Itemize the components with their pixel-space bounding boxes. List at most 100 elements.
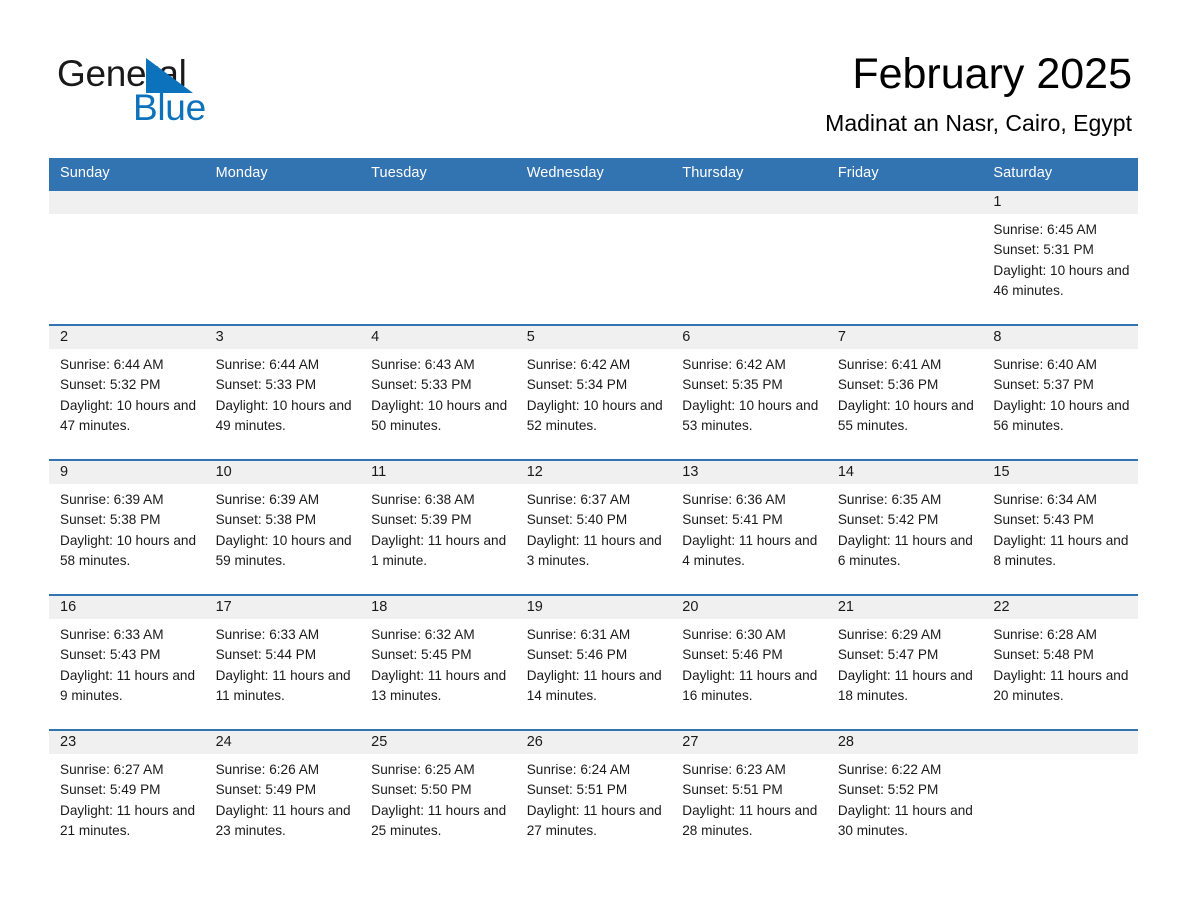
day-cell[interactable]: 3 Sunrise: 6:44 AM Sunset: 5:33 PM Dayli… xyxy=(204,324,361,460)
sunset-text: Sunset: 5:37 PM xyxy=(993,377,1094,393)
daylight-text: Daylight: 10 hours and 52 minutes. xyxy=(526,397,663,433)
day-cell[interactable]: 20 Sunrise: 6:30 AM Sunset: 5:46 PM Dayl… xyxy=(671,594,827,730)
day-details: Sunrise: 6:37 AM Sunset: 5:40 PM Dayligh… xyxy=(516,484,672,571)
day-details xyxy=(49,214,205,220)
day-number: 21 xyxy=(826,596,983,619)
day-cell[interactable]: 7 Sunrise: 6:41 AM Sunset: 5:36 PM Dayli… xyxy=(826,324,983,460)
day-cell[interactable]: 9 Sunrise: 6:39 AM Sunset: 5:38 PM Dayli… xyxy=(49,459,205,595)
day-number: 13 xyxy=(671,461,827,484)
sunrise-text: Sunrise: 6:45 AM xyxy=(993,222,1097,237)
sunset-text: Sunset: 5:46 PM xyxy=(682,647,783,663)
day-details: Sunrise: 6:29 AM Sunset: 5:47 PM Dayligh… xyxy=(827,619,983,706)
day-number: 6 xyxy=(671,326,827,349)
day-details: Sunrise: 6:27 AM Sunset: 5:49 PM Dayligh… xyxy=(49,754,205,841)
sunrise-text: Sunrise: 6:35 AM xyxy=(837,492,942,507)
sunset-text: Sunset: 5:50 PM xyxy=(371,782,472,798)
day-cell[interactable] xyxy=(671,189,827,325)
daylight-text: Daylight: 11 hours and 21 minutes. xyxy=(60,802,196,838)
day-number: 5 xyxy=(515,326,672,349)
day-cell[interactable]: 19 Sunrise: 6:31 AM Sunset: 5:46 PM Dayl… xyxy=(515,594,672,730)
day-cell[interactable]: 23 Sunrise: 6:27 AM Sunset: 5:49 PM Dayl… xyxy=(49,729,205,864)
day-number: 27 xyxy=(671,731,827,754)
day-cell[interactable] xyxy=(49,189,205,325)
sunset-text: Sunset: 5:52 PM xyxy=(837,782,939,798)
daylight-text: Daylight: 10 hours and 53 minutes. xyxy=(682,397,819,433)
day-cell[interactable] xyxy=(360,189,516,325)
week-row: 2 Sunrise: 6:44 AM Sunset: 5:32 PM Dayli… xyxy=(49,324,1138,460)
weekday-header-sunday: Sunday xyxy=(49,158,205,190)
day-cell[interactable]: 12 Sunrise: 6:37 AM Sunset: 5:40 PM Dayl… xyxy=(515,459,672,595)
sunset-text: Sunset: 5:43 PM xyxy=(993,512,1094,528)
sunrise-text: Sunrise: 6:25 AM xyxy=(371,762,475,777)
day-cell[interactable]: 11 Sunrise: 6:38 AM Sunset: 5:39 PM Dayl… xyxy=(360,459,516,595)
day-cell[interactable]: 28 Sunrise: 6:22 AM Sunset: 5:52 PM Dayl… xyxy=(826,729,983,864)
day-cell[interactable]: 22 Sunrise: 6:28 AM Sunset: 5:48 PM Dayl… xyxy=(982,594,1138,730)
day-details: Sunrise: 6:23 AM Sunset: 5:51 PM Dayligh… xyxy=(671,754,827,841)
day-cell[interactable]: 25 Sunrise: 6:25 AM Sunset: 5:50 PM Dayl… xyxy=(360,729,516,864)
day-cell[interactable]: 6 Sunrise: 6:42 AM Sunset: 5:35 PM Dayli… xyxy=(671,324,827,460)
daylight-text: Daylight: 10 hours and 46 minutes. xyxy=(993,262,1130,298)
sunrise-text: Sunrise: 6:38 AM xyxy=(371,492,475,507)
daylight-text: Daylight: 11 hours and 9 minutes. xyxy=(60,667,196,703)
daylight-text: Daylight: 11 hours and 20 minutes. xyxy=(993,667,1129,703)
sunset-text: Sunset: 5:41 PM xyxy=(682,512,783,528)
day-details: Sunrise: 6:28 AM Sunset: 5:48 PM Dayligh… xyxy=(982,619,1138,706)
location-subtitle: Madinat an Nasr, Cairo, Egypt xyxy=(825,110,1132,136)
day-cell[interactable]: 4 Sunrise: 6:43 AM Sunset: 5:33 PM Dayli… xyxy=(360,324,516,460)
day-cell[interactable]: 18 Sunrise: 6:32 AM Sunset: 5:45 PM Dayl… xyxy=(360,594,516,730)
day-number: 24 xyxy=(204,731,361,754)
day-number: 15 xyxy=(982,461,1138,484)
day-number xyxy=(826,191,983,214)
day-details: Sunrise: 6:41 AM Sunset: 5:36 PM Dayligh… xyxy=(827,349,983,436)
sunset-text: Sunset: 5:33 PM xyxy=(371,377,472,393)
day-number xyxy=(671,191,827,214)
sunrise-text: Sunrise: 6:42 AM xyxy=(526,357,631,372)
sunrise-text: Sunrise: 6:26 AM xyxy=(215,762,320,777)
sunset-text: Sunset: 5:38 PM xyxy=(215,512,317,528)
day-cell[interactable]: 14 Sunrise: 6:35 AM Sunset: 5:42 PM Dayl… xyxy=(826,459,983,595)
daylight-text: Daylight: 10 hours and 50 minutes. xyxy=(371,397,508,433)
daylight-text: Daylight: 10 hours and 59 minutes. xyxy=(215,532,352,568)
day-cell[interactable]: 27 Sunrise: 6:23 AM Sunset: 5:51 PM Dayl… xyxy=(671,729,827,864)
day-cell[interactable]: 13 Sunrise: 6:36 AM Sunset: 5:41 PM Dayl… xyxy=(671,459,827,595)
day-cell[interactable]: 1 Sunrise: 6:45 AM Sunset: 5:31 PM Dayli… xyxy=(982,189,1138,325)
day-details: Sunrise: 6:33 AM Sunset: 5:43 PM Dayligh… xyxy=(49,619,205,706)
day-details: Sunrise: 6:44 AM Sunset: 5:32 PM Dayligh… xyxy=(49,349,205,436)
sunrise-text: Sunrise: 6:44 AM xyxy=(60,357,164,372)
day-number: 18 xyxy=(360,596,516,619)
day-cell[interactable]: 26 Sunrise: 6:24 AM Sunset: 5:51 PM Dayl… xyxy=(515,729,672,864)
sunset-text: Sunset: 5:32 PM xyxy=(60,377,161,393)
day-cell[interactable] xyxy=(982,729,1138,864)
day-details: Sunrise: 6:26 AM Sunset: 5:49 PM Dayligh… xyxy=(205,754,361,841)
sunrise-text: Sunrise: 6:31 AM xyxy=(526,627,631,642)
day-details: Sunrise: 6:34 AM Sunset: 5:43 PM Dayligh… xyxy=(982,484,1138,571)
day-cell[interactable]: 17 Sunrise: 6:33 AM Sunset: 5:44 PM Dayl… xyxy=(204,594,361,730)
day-cell[interactable]: 21 Sunrise: 6:29 AM Sunset: 5:47 PM Dayl… xyxy=(826,594,983,730)
day-number: 28 xyxy=(826,731,983,754)
day-cell[interactable]: 24 Sunrise: 6:26 AM Sunset: 5:49 PM Dayl… xyxy=(204,729,361,864)
daylight-text: Daylight: 11 hours and 16 minutes. xyxy=(682,667,818,703)
sunrise-text: Sunrise: 6:32 AM xyxy=(371,627,475,642)
day-cell[interactable]: 16 Sunrise: 6:33 AM Sunset: 5:43 PM Dayl… xyxy=(49,594,205,730)
day-cell[interactable]: 10 Sunrise: 6:39 AM Sunset: 5:38 PM Dayl… xyxy=(204,459,361,595)
title-block: February 2025 Madinat an Nasr, Cairo, Eg… xyxy=(825,48,1132,137)
day-cell[interactable] xyxy=(826,189,983,325)
day-details xyxy=(671,214,827,220)
day-number: 25 xyxy=(360,731,516,754)
day-details: Sunrise: 6:33 AM Sunset: 5:44 PM Dayligh… xyxy=(205,619,361,706)
weekday-header-wednesday: Wednesday xyxy=(515,158,672,190)
day-details: Sunrise: 6:40 AM Sunset: 5:37 PM Dayligh… xyxy=(982,349,1138,436)
daylight-text: Daylight: 10 hours and 49 minutes. xyxy=(215,397,352,433)
sunset-text: Sunset: 5:34 PM xyxy=(526,377,628,393)
day-cell[interactable]: 15 Sunrise: 6:34 AM Sunset: 5:43 PM Dayl… xyxy=(982,459,1138,595)
day-cell[interactable]: 2 Sunrise: 6:44 AM Sunset: 5:32 PM Dayli… xyxy=(49,324,205,460)
week-row: 1 Sunrise: 6:45 AM Sunset: 5:31 PM Dayli… xyxy=(49,189,1138,325)
day-cell[interactable] xyxy=(515,189,672,325)
general-blue-logo[interactable]: General Blue xyxy=(57,52,287,132)
calendar-page: General Blue February 2025 Madinat an Na… xyxy=(0,0,1188,918)
day-cell[interactable]: 5 Sunrise: 6:42 AM Sunset: 5:34 PM Dayli… xyxy=(515,324,672,460)
daylight-text: Daylight: 11 hours and 23 minutes. xyxy=(215,802,351,838)
day-cell[interactable] xyxy=(204,189,361,325)
day-number xyxy=(515,191,672,214)
day-cell[interactable]: 8 Sunrise: 6:40 AM Sunset: 5:37 PM Dayli… xyxy=(982,324,1138,460)
